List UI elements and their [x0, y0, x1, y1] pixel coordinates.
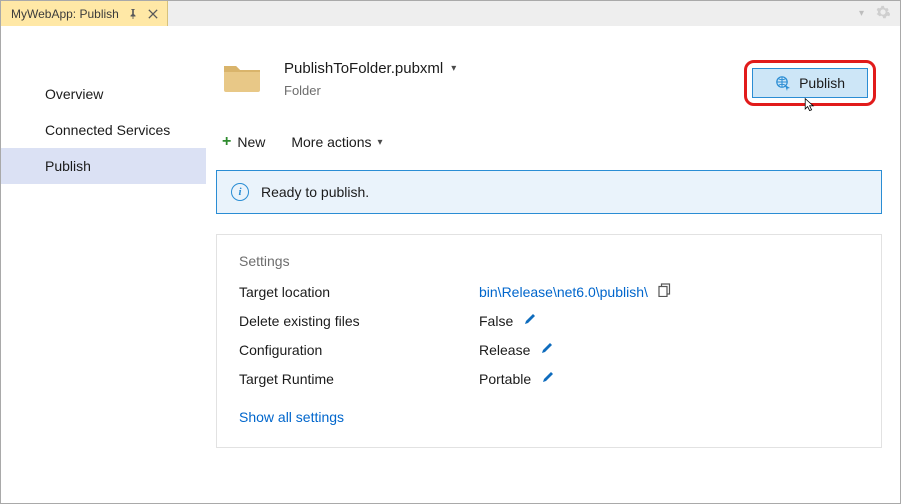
document-tab[interactable]: MyWebApp: Publish — [1, 1, 168, 26]
setting-value-target-location[interactable]: bin\Release\net6.0\publish\ — [479, 284, 648, 300]
status-message: Ready to publish. — [261, 184, 369, 200]
settings-card: Settings Target location bin\Release\net… — [216, 234, 882, 448]
sidebar-item-label: Publish — [45, 158, 91, 174]
dropdown-icon[interactable]: ▾ — [859, 8, 864, 19]
edit-icon[interactable] — [541, 370, 555, 387]
setting-label-target-runtime: Target Runtime — [239, 371, 479, 387]
titlebar-right: ▾ — [859, 1, 900, 26]
setting-label-target-location: Target location — [239, 284, 479, 300]
setting-label-configuration: Configuration — [239, 342, 479, 358]
gear-icon[interactable] — [876, 5, 890, 22]
setting-value-delete-existing: False — [479, 313, 513, 329]
edit-icon[interactable] — [523, 312, 537, 329]
plus-icon: + — [222, 134, 231, 150]
tab-title: MyWebApp: Publish — [11, 7, 119, 21]
setting-value-configuration: Release — [479, 342, 530, 358]
setting-label-delete-existing: Delete existing files — [239, 313, 479, 329]
edit-icon[interactable] — [540, 341, 554, 358]
sidebar-item-overview[interactable]: Overview — [1, 76, 206, 112]
profile-row: PublishToFolder.pubxml ▾ Folder Publish — [216, 26, 882, 116]
sidebar-item-label: Overview — [45, 86, 103, 102]
sidebar-item-connected-services[interactable]: Connected Services — [1, 112, 206, 148]
publish-button[interactable]: Publish — [752, 68, 868, 98]
titlebar: MyWebApp: Publish ▾ — [1, 1, 900, 26]
info-icon: i — [231, 183, 249, 201]
sidebar-item-publish[interactable]: Publish — [1, 148, 206, 184]
content-area: PublishToFolder.pubxml ▾ Folder Publish — [206, 26, 900, 503]
show-all-settings-link[interactable]: Show all settings — [239, 409, 344, 425]
cursor-icon — [802, 97, 818, 113]
chevron-down-icon: ▾ — [378, 137, 383, 148]
publish-highlight: Publish — [744, 60, 876, 106]
publish-button-label: Publish — [799, 75, 845, 91]
profile-file-name: PublishToFolder.pubxml — [284, 60, 443, 77]
close-icon[interactable] — [147, 8, 159, 20]
status-bar: i Ready to publish. — [216, 170, 882, 214]
more-actions-label: More actions — [291, 134, 371, 150]
setting-value-target-runtime: Portable — [479, 371, 531, 387]
new-button[interactable]: + New — [222, 134, 265, 150]
pin-icon[interactable] — [127, 8, 139, 20]
actions-row: + New More actions ▾ — [216, 116, 882, 170]
globe-publish-icon — [775, 75, 791, 91]
sidebar-item-label: Connected Services — [45, 122, 170, 138]
sidebar: Overview Connected Services Publish — [1, 26, 206, 503]
new-button-label: New — [237, 134, 265, 150]
profile-subtitle: Folder — [284, 83, 744, 98]
chevron-down-icon: ▾ — [451, 63, 456, 74]
folder-icon — [222, 60, 262, 94]
more-actions-dropdown[interactable]: More actions ▾ — [291, 134, 382, 150]
profile-name-dropdown[interactable]: PublishToFolder.pubxml ▾ — [284, 60, 744, 77]
copy-icon[interactable] — [658, 283, 672, 300]
settings-heading: Settings — [239, 253, 859, 269]
